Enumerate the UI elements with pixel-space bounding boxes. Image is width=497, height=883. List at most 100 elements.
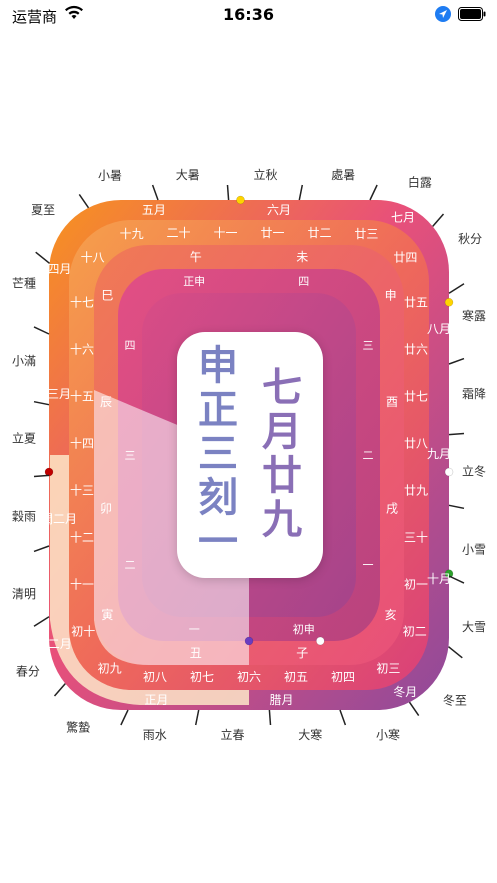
hour-label-7: 亥 [385, 608, 397, 622]
day-label-4: 十七 [70, 296, 94, 310]
month-label-4: 二月 [48, 637, 72, 651]
solar-term-tick [268, 709, 272, 726]
solar-term-label-11: 立春 [220, 727, 244, 742]
solar-term-tick [448, 646, 463, 659]
solar-term-tick [33, 474, 50, 478]
day-label-19: 初二 [403, 624, 427, 638]
day-label-3: 十八 [81, 251, 105, 265]
solar-term-label-22: 處暑 [331, 168, 355, 182]
day-label-20: 初一 [404, 577, 428, 591]
day-label-0: 十一 [213, 226, 237, 240]
solar-term-tick [298, 184, 304, 201]
solar-term-label-23: 立秋 [253, 167, 277, 182]
day-label-2: 十九 [120, 227, 144, 241]
day-label-13: 初八 [143, 670, 167, 684]
hour-label-1: 巳 [101, 289, 113, 303]
current-time-card[interactable]: 申正三刻一 七月廿九 [177, 332, 323, 578]
day-label-26: 廿五 [404, 296, 428, 310]
solar-term-label-0: 大暑 [176, 168, 200, 182]
solar-term-tick [448, 504, 465, 510]
day-label-7: 十四 [70, 437, 94, 451]
solar-term-label-6: 穀雨 [12, 510, 36, 524]
quarter-label-3: 二 [125, 559, 136, 572]
solar-term-tick [33, 545, 50, 553]
day-label-30: 廿一 [260, 226, 284, 240]
solar-term-tick [53, 683, 66, 697]
ring-marker-dot [244, 636, 254, 646]
solar-term-tick [194, 709, 200, 726]
day-label-10: 十一 [70, 577, 94, 591]
quarter-label-5: 初申 [293, 622, 315, 636]
month-label-7: 冬月 [393, 684, 417, 699]
solar-term-label-16: 小雪 [462, 542, 486, 556]
solar-term-tick [151, 184, 159, 201]
quarter-label-4: 一 [189, 623, 200, 636]
quarter-label-2: 三 [125, 449, 136, 462]
quarter-label-9: 四 [298, 275, 309, 288]
solar-term-label-15: 大雪 [462, 620, 486, 634]
solar-term-label-10: 雨水 [143, 728, 167, 742]
month-label-2: 三月 [47, 387, 71, 401]
solar-term-label-4: 小滿 [12, 354, 36, 368]
month-label-6: 腊月 [269, 693, 293, 707]
solar-term-label-12: 大寒 [298, 727, 322, 742]
month-label-8: 十月 [427, 572, 451, 586]
ring-marker-dot [444, 298, 454, 307]
hour-label-0: 午 [190, 250, 202, 264]
day-label-16: 初五 [284, 670, 308, 684]
day-label-18: 初三 [376, 662, 400, 676]
day-label-27: 廿四 [393, 251, 417, 265]
day-label-21: 三十 [404, 530, 428, 544]
solar-term-label-3: 芒種 [12, 275, 36, 290]
hour-label-8: 戌 [386, 502, 398, 516]
hour-label-4: 寅 [101, 607, 113, 622]
day-label-28: 廿三 [354, 227, 378, 241]
solar-term-tick [448, 432, 465, 436]
day-label-17: 初四 [331, 670, 355, 684]
day-label-22: 廿九 [404, 483, 428, 497]
day-label-15: 初六 [237, 670, 261, 684]
solar-term-label-14: 冬至 [443, 693, 467, 708]
day-label-1: 二十 [166, 226, 190, 240]
solar-term-label-1: 小暑 [98, 168, 122, 182]
hour-label-2: 辰 [100, 395, 112, 409]
day-label-11: 初十 [71, 624, 95, 638]
solar-term-tick [226, 184, 230, 201]
ring-marker-dot [444, 467, 454, 477]
day-label-29: 廿二 [307, 226, 331, 240]
quarter-label-6: 一 [363, 559, 374, 572]
lunar-date-text: 七月廿九 [262, 365, 302, 543]
month-label-1: 四月 [47, 262, 71, 276]
solar-term-label-2: 夏至 [31, 203, 55, 217]
quarter-label-8: 三 [363, 339, 374, 352]
solar-term-label-13: 小寒 [376, 727, 400, 742]
day-label-12: 初九 [98, 662, 122, 676]
month-label-12: 六月 [267, 203, 291, 217]
day-label-9: 十二 [70, 530, 94, 544]
month-label-10: 八月 [427, 322, 451, 336]
solar-term-label-9: 驚蟄 [66, 720, 90, 735]
solar-term-label-21: 白露 [408, 175, 432, 190]
solar-term-tick [432, 213, 445, 227]
month-label-11: 七月 [391, 210, 415, 224]
solar-term-label-5: 立夏 [12, 431, 36, 446]
solar-term-tick [408, 701, 420, 717]
solar-term-label-7: 清明 [12, 587, 36, 601]
solar-term-tick [448, 575, 465, 584]
hour-label-9: 酉 [386, 395, 398, 409]
month-label-5: 正月 [144, 693, 168, 707]
solar-term-label-17: 立冬 [462, 464, 486, 479]
ring-marker-dot [236, 195, 245, 205]
solar-term-tick [120, 709, 129, 726]
hour-label-5: 丑 [190, 646, 202, 660]
hour-label-6: 子 [296, 646, 308, 660]
day-label-24: 廿七 [404, 390, 428, 404]
day-label-25: 廿六 [404, 343, 428, 357]
day-label-5: 十六 [70, 343, 94, 357]
solar-term-tick [369, 184, 378, 201]
quarter-label-0: 正申 [183, 275, 205, 288]
solar-term-tick [33, 616, 50, 627]
solar-term-tick [78, 193, 90, 209]
day-label-23: 廿八 [404, 437, 428, 451]
solar-term-tick [33, 400, 50, 406]
